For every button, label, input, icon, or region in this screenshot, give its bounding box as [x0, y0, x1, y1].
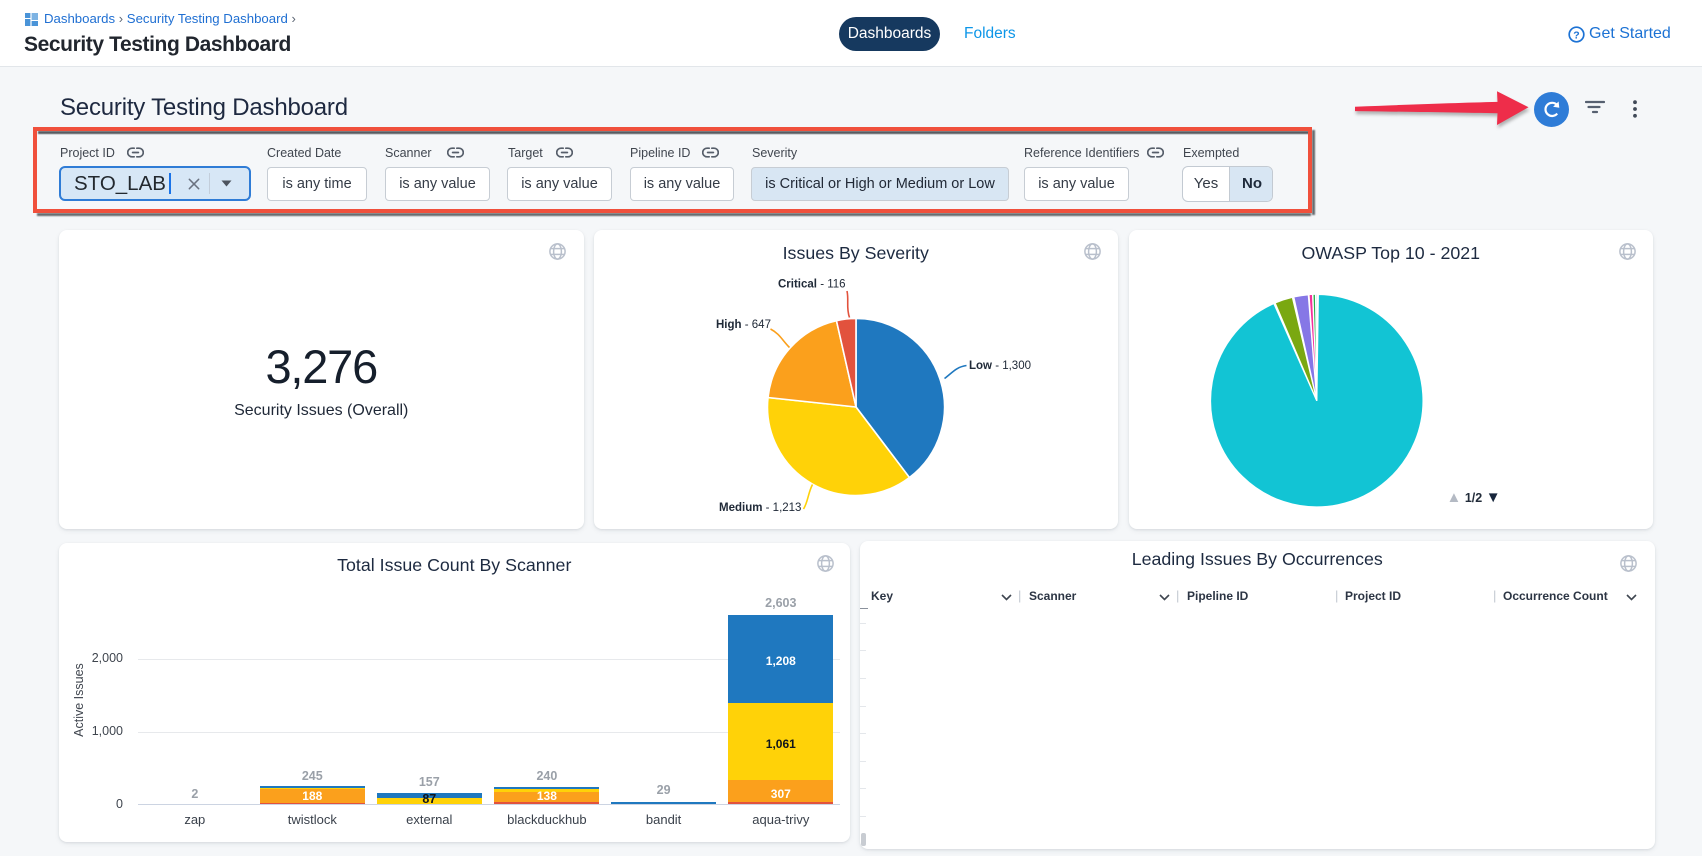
svg-text:?: ? [1573, 29, 1579, 41]
svg-text:Critical - 116: Critical - 116 [778, 278, 846, 290]
svg-text:Medium - 1,213: Medium - 1,213 [719, 502, 801, 514]
svg-text:High - 647: High - 647 [716, 319, 771, 331]
svg-text:Low - 1,300: Low - 1,300 [969, 360, 1031, 372]
